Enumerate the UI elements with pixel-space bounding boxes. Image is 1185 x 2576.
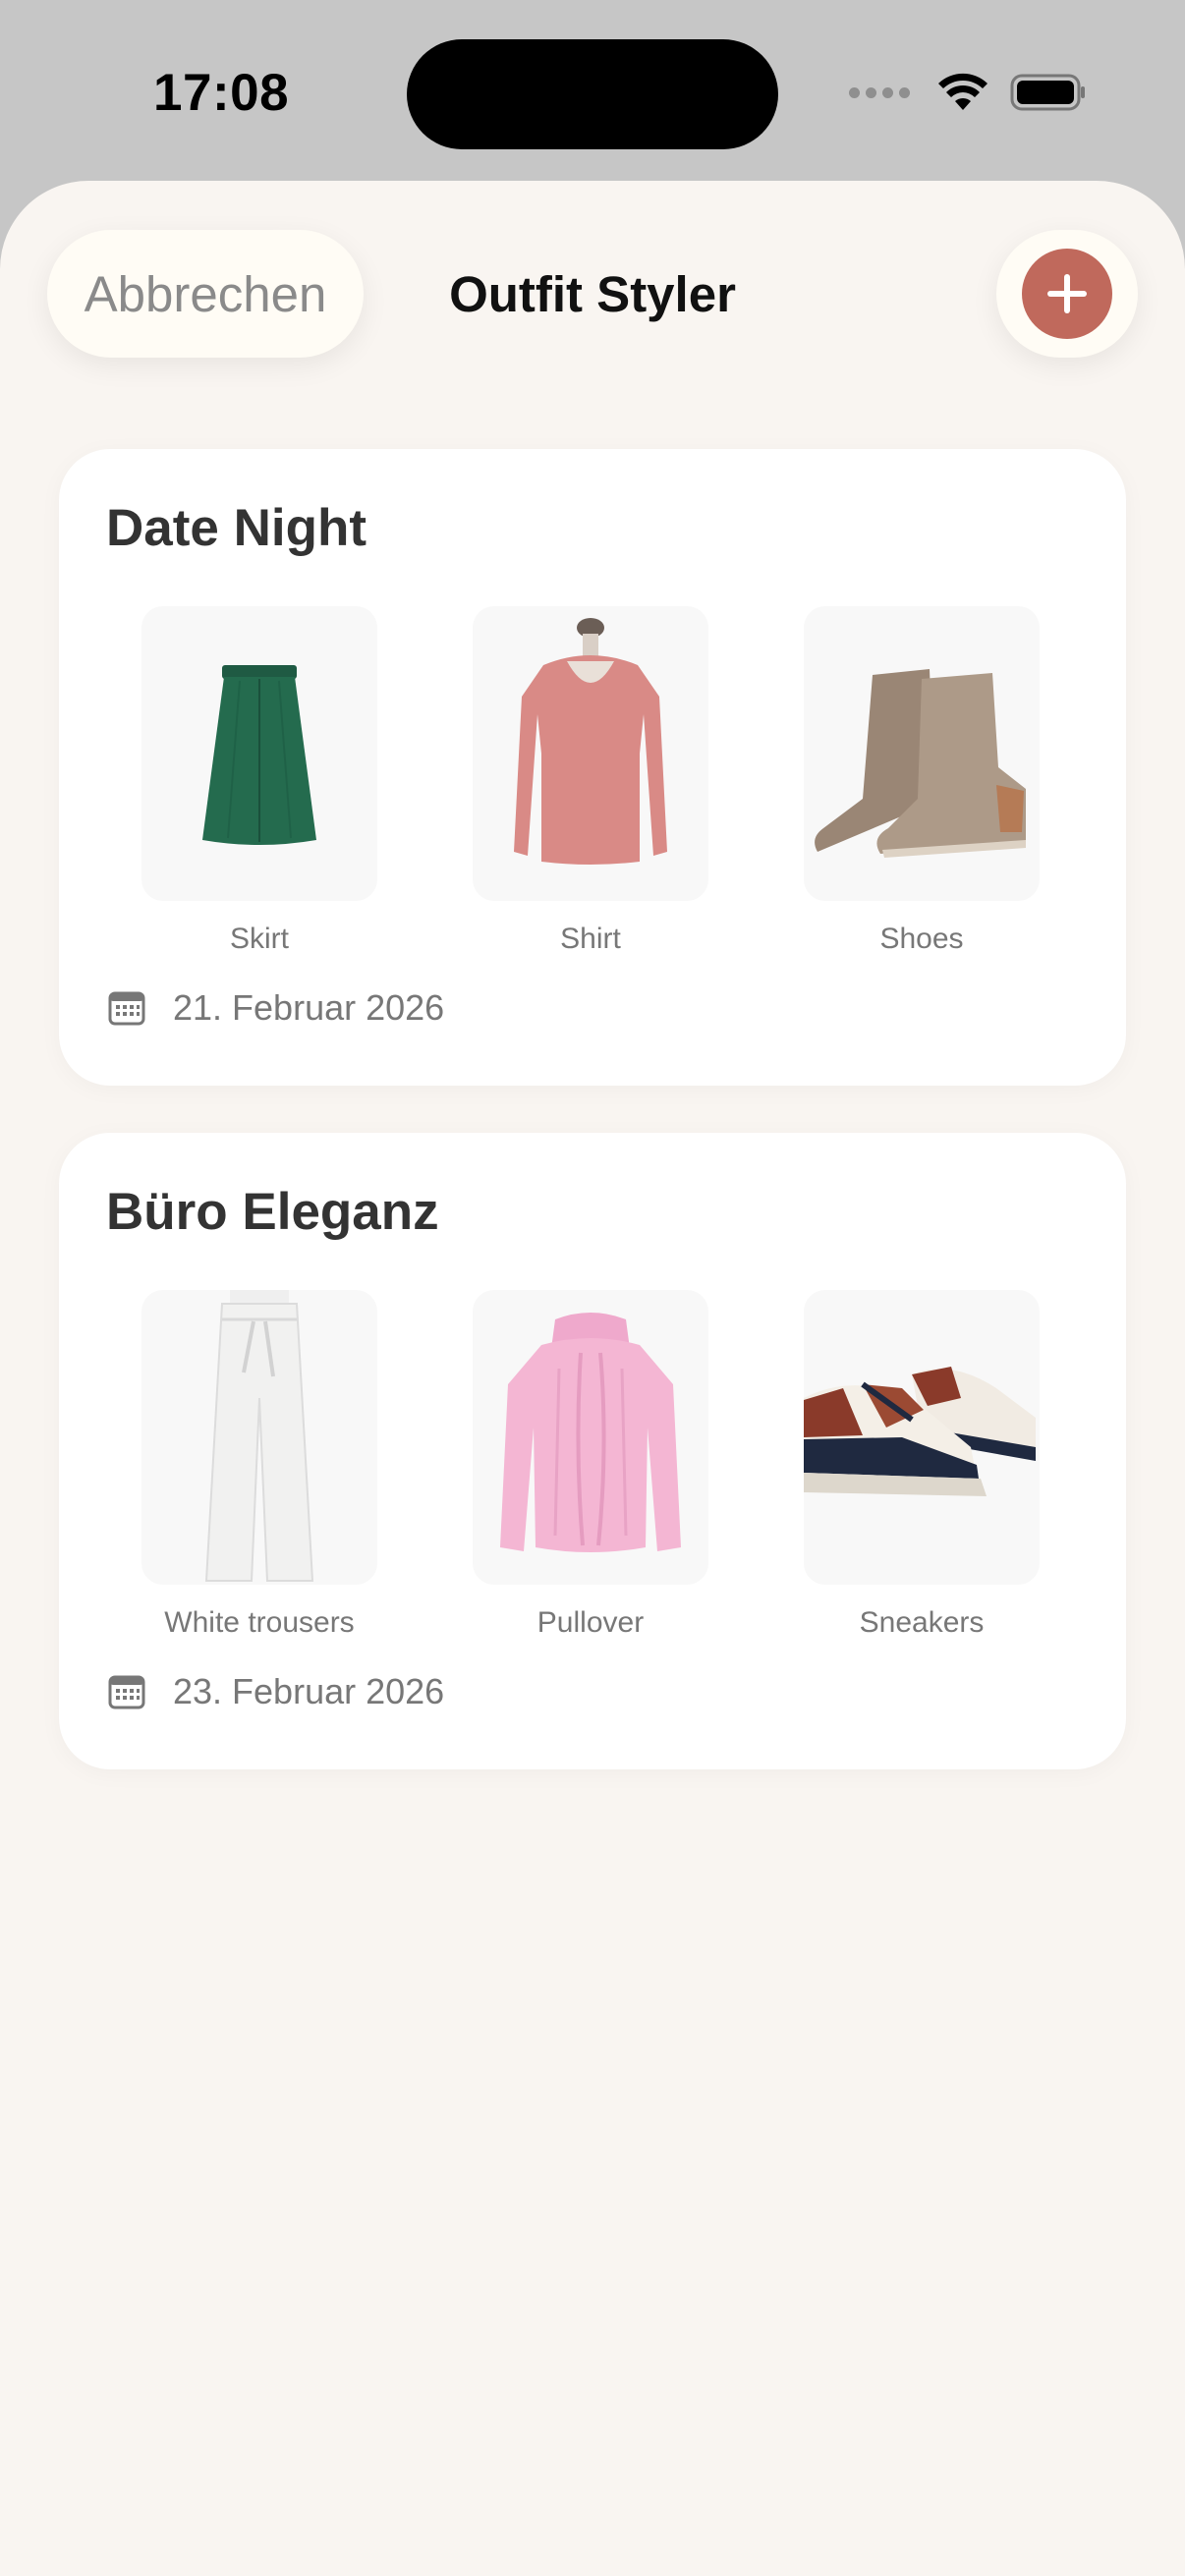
screen: 17:08 Abbrechen Outfit Styler Date Night… bbox=[0, 0, 1185, 2576]
status-time: 17:08 bbox=[153, 64, 290, 122]
outfit-items: Skirt Shirt Shoes bbox=[59, 606, 1126, 960]
outfit-items: White trousers Pullover Sneakers bbox=[59, 1290, 1126, 1644]
item-label: Shirt bbox=[560, 923, 621, 955]
skirt-image bbox=[141, 606, 377, 901]
item-label: Shoes bbox=[879, 923, 964, 955]
outfit-date: 21. Februar 2026 bbox=[173, 987, 445, 1028]
trousers-image bbox=[141, 1290, 377, 1585]
pullover-image bbox=[473, 1290, 708, 1585]
cellular-dots-icon bbox=[849, 86, 910, 98]
cancel-button[interactable]: Abbrechen bbox=[47, 230, 364, 358]
sneakers-image bbox=[804, 1290, 1040, 1585]
calendar-icon bbox=[108, 991, 145, 1026]
item-label: Sneakers bbox=[859, 1606, 985, 1639]
boots-image bbox=[804, 606, 1040, 901]
calendar-icon bbox=[108, 1675, 145, 1709]
outfit-date-row: 21. Februar 2026 bbox=[108, 987, 444, 1029]
page-title: Outfit Styler bbox=[449, 266, 736, 322]
status-icons bbox=[849, 73, 1087, 112]
shirt-image bbox=[473, 606, 708, 901]
item-label: White trousers bbox=[164, 1606, 355, 1639]
battery-icon bbox=[1010, 74, 1085, 111]
outfit-card-date-night[interactable]: Date Night Skirt Shirt Shoes 21. Februar… bbox=[59, 449, 1126, 1086]
dynamic-island bbox=[407, 39, 778, 149]
outfit-title: Büro Eleganz bbox=[106, 1183, 439, 1241]
outfit-title: Date Night bbox=[106, 499, 367, 557]
outfit-date-row: 23. Februar 2026 bbox=[108, 1671, 444, 1712]
outfit-card-buero-eleganz[interactable]: Büro Eleganz White trousers Pullover Sne… bbox=[59, 1133, 1126, 1769]
outfit-date: 23. Februar 2026 bbox=[173, 1671, 445, 1711]
outfits-sheet: Abbrechen Outfit Styler Date Night Skirt… bbox=[0, 181, 1185, 2576]
item-label: Pullover bbox=[536, 1606, 645, 1639]
item-label: Skirt bbox=[230, 923, 289, 955]
add-outfit-button[interactable] bbox=[996, 230, 1138, 358]
wifi-icon bbox=[938, 73, 988, 110]
plus-icon bbox=[1022, 249, 1112, 339]
